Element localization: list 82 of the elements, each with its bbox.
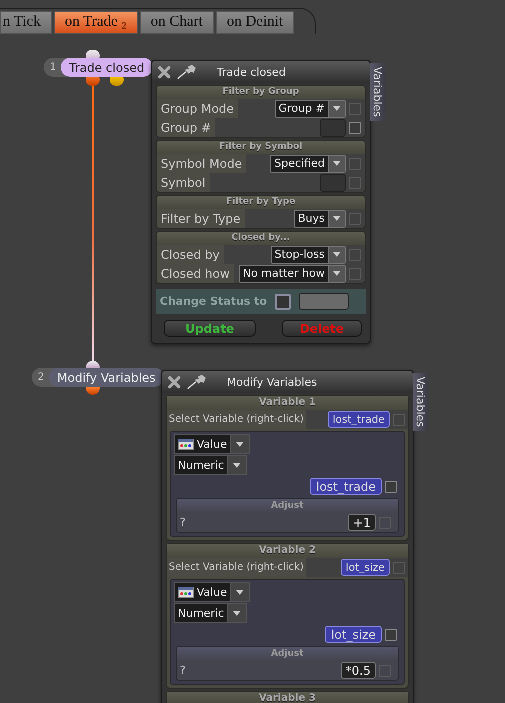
status-label: Change Status to xyxy=(160,295,268,308)
caret-icon xyxy=(333,271,341,276)
field-label: Symbol Mode xyxy=(157,154,246,173)
section-heading: Adjust xyxy=(177,499,398,513)
caret-icon xyxy=(236,442,244,446)
caret-icon xyxy=(233,610,242,616)
flow-node[interactable]: 1 Trade closed xyxy=(44,58,153,77)
section-heading: Variable 3 xyxy=(167,692,408,703)
update-button[interactable]: Update xyxy=(164,320,256,337)
variable-chip[interactable]: lot_size xyxy=(340,559,390,576)
pin-icon[interactable] xyxy=(177,64,197,80)
input-field[interactable]: *0.5 xyxy=(340,662,376,679)
caret-icon xyxy=(333,216,341,221)
checkbox[interactable] xyxy=(349,176,361,188)
checkbox[interactable] xyxy=(349,268,361,280)
caret-icon xyxy=(333,161,341,166)
close-icon[interactable] xyxy=(158,66,171,78)
caret-icon xyxy=(233,462,242,468)
dropdown[interactable]: Stop-loss xyxy=(270,246,346,264)
checkbox[interactable] xyxy=(393,562,405,574)
field-label: Closed how xyxy=(157,264,234,283)
dropdown[interactable]: Numeric xyxy=(174,455,248,475)
variable-chip[interactable]: lost_trade xyxy=(328,411,390,428)
field-label: Closed by xyxy=(157,245,224,264)
checkbox[interactable] xyxy=(275,294,292,310)
output-port[interactable] xyxy=(86,387,100,395)
section-heading: Adjust xyxy=(177,647,398,661)
dropdown[interactable]: Buys xyxy=(294,210,346,228)
input-field[interactable] xyxy=(320,118,346,136)
checkbox[interactable] xyxy=(349,158,361,170)
tab[interactable]: on Deinit xyxy=(216,11,294,34)
flow-node[interactable]: 2 Modify Variables xyxy=(32,368,164,387)
checkbox[interactable] xyxy=(349,122,361,134)
field-label: Filter by Type xyxy=(157,209,245,228)
checkbox[interactable] xyxy=(349,212,361,224)
section-heading: Filter by Symbol xyxy=(157,141,365,154)
tab-count: 2 xyxy=(122,21,127,32)
dropdown[interactable]: Value xyxy=(174,582,250,602)
side-tab[interactable]: Variables xyxy=(413,373,428,432)
dropdown[interactable]: Numeric xyxy=(174,603,248,623)
input-field[interactable] xyxy=(320,174,346,192)
node-number: 2 xyxy=(38,372,44,383)
dropdown[interactable]: No matter how xyxy=(238,264,346,282)
field-label: Group Mode xyxy=(157,99,238,118)
panel-title: Trade closed xyxy=(217,66,286,78)
field-label: Symbol xyxy=(157,173,210,192)
section-heading: Filter by Type xyxy=(157,196,365,209)
caret-icon xyxy=(236,590,244,594)
panel-title: Modify Variables xyxy=(227,376,318,388)
pin-icon[interactable] xyxy=(187,374,207,390)
field-label: Select Variable (right-click) xyxy=(167,558,306,577)
checkbox[interactable] xyxy=(385,628,397,640)
node-number: 1 xyxy=(50,62,56,73)
field-label: ? xyxy=(180,516,186,529)
section-heading: Filter by Group xyxy=(157,86,365,99)
dropdown[interactable]: Value xyxy=(174,434,250,454)
tab[interactable]: on Chart xyxy=(140,11,214,34)
close-icon[interactable] xyxy=(168,376,181,388)
input-port[interactable] xyxy=(86,361,100,368)
side-tab[interactable]: Variables xyxy=(370,63,385,122)
field-label: Group # xyxy=(157,118,216,137)
value-icon xyxy=(178,438,194,450)
tab[interactable]: on Trade 2 xyxy=(54,11,138,34)
section-heading: Closed by... xyxy=(157,232,365,245)
value-icon xyxy=(178,586,194,598)
node-label[interactable]: Modify Variables xyxy=(49,368,164,387)
field-label: ? xyxy=(180,664,186,677)
node-label[interactable]: Trade closed xyxy=(61,58,153,77)
variable-chip[interactable]: lost_trade xyxy=(310,478,382,495)
checkbox[interactable] xyxy=(385,480,397,492)
checkbox[interactable] xyxy=(349,248,361,260)
field-label: Select Variable (right-click) xyxy=(167,410,306,429)
tab[interactable]: n Tick xyxy=(0,11,52,34)
input-field[interactable]: +1 xyxy=(348,514,376,531)
checkbox[interactable] xyxy=(393,414,405,426)
dropdown[interactable]: Specified xyxy=(270,154,346,172)
dropdown[interactable]: Group # xyxy=(274,100,346,118)
variable-chip[interactable]: lot_size xyxy=(325,626,382,643)
caret-icon xyxy=(333,106,341,111)
caret-icon xyxy=(333,252,341,257)
checkbox[interactable] xyxy=(349,102,361,114)
input-field[interactable] xyxy=(299,293,350,310)
